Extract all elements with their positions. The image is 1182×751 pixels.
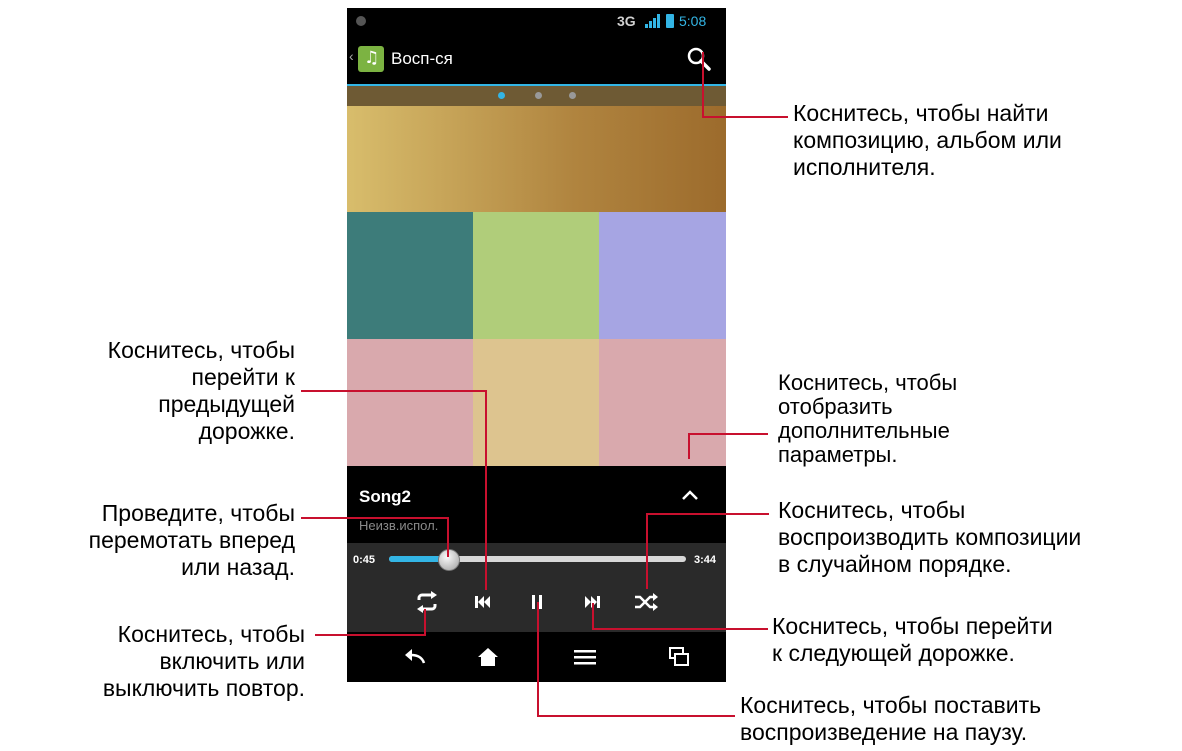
repeat-icon[interactable] [412,589,442,615]
callout-seek: Проведите, чтобы перемотать вперед или н… [88,500,295,580]
page-title[interactable]: Восп-ся [391,49,453,69]
battery-icon [666,14,674,28]
shuffle-icon[interactable] [631,589,661,615]
music-app-icon[interactable] [358,46,384,72]
callout-line [447,517,449,557]
home-icon[interactable] [473,644,503,670]
status-bar: 3G 5:08 [347,8,726,34]
previous-icon[interactable] [468,589,498,615]
album-art-banner[interactable] [347,106,726,212]
callout-more-options: Коснитесь, чтобы отобразить дополнительн… [778,370,958,467]
album-tile[interactable] [473,339,599,466]
callout-line [688,433,690,459]
callout-next: Коснитесь, чтобы перейти к следующей дор… [772,613,1053,666]
search-icon[interactable] [685,45,713,73]
song-title: Song2 [359,487,411,506]
more-options-chevron-up-icon[interactable] [675,480,705,510]
callout-line [592,628,768,630]
phone-screen: 3G 5:08 ‹ Восп-ся Song2 Неизв.испол. 0:4… [347,8,726,682]
action-bar: ‹ Восп-ся [347,34,726,86]
album-tile[interactable] [347,212,473,339]
total-time: 3:44 [694,554,717,566]
clock: 5:08 [679,13,707,29]
callout-line [646,513,769,515]
callout-repeat: Коснитесь, чтобы включить или выключить … [102,621,305,701]
album-tile[interactable] [599,212,726,339]
callout-line [301,517,449,519]
page-indicator [347,86,726,106]
network-type: 3G [617,13,636,29]
page-dot-active [498,92,505,99]
callout-line [485,390,487,590]
callout-line [537,715,735,717]
album-tile[interactable] [599,339,726,466]
recent-apps-icon[interactable] [664,644,694,670]
seek-bar-thumb[interactable] [438,549,461,571]
signal-icon [644,13,662,29]
seek-bar[interactable] [389,549,686,571]
callout-line [592,603,594,630]
callout-line [301,390,487,392]
callout-line [646,513,648,589]
callout-pause: Коснитесь, чтобы поставить воспроизведен… [740,692,1042,745]
callout-previous: Коснитесь, чтобы перейти к предыдущей до… [107,337,295,444]
callout-shuffle: Коснитесь, чтобы воспроизводить композиц… [778,497,1082,577]
callout-line [315,634,426,636]
page-dot [569,92,576,99]
album-tile[interactable] [347,339,473,466]
back-chevron-icon[interactable]: ‹ [349,48,354,64]
now-playing-info: Song2 Неизв.испол. [347,466,726,543]
callout-search: Коснитесь, чтобы найти композицию, альбо… [793,100,1062,180]
album-tile[interactable] [473,212,599,339]
back-icon[interactable] [400,644,430,670]
page-dot [535,92,542,99]
menu-icon[interactable] [570,644,600,670]
callout-line [537,602,539,717]
artist-name: Неизв.испол. [359,518,439,533]
callout-line [424,609,426,636]
callout-line [702,116,788,118]
callout-line [688,433,768,435]
elapsed-time: 0:45 [353,554,376,566]
callout-line [702,52,704,118]
notification-icon [356,16,366,26]
